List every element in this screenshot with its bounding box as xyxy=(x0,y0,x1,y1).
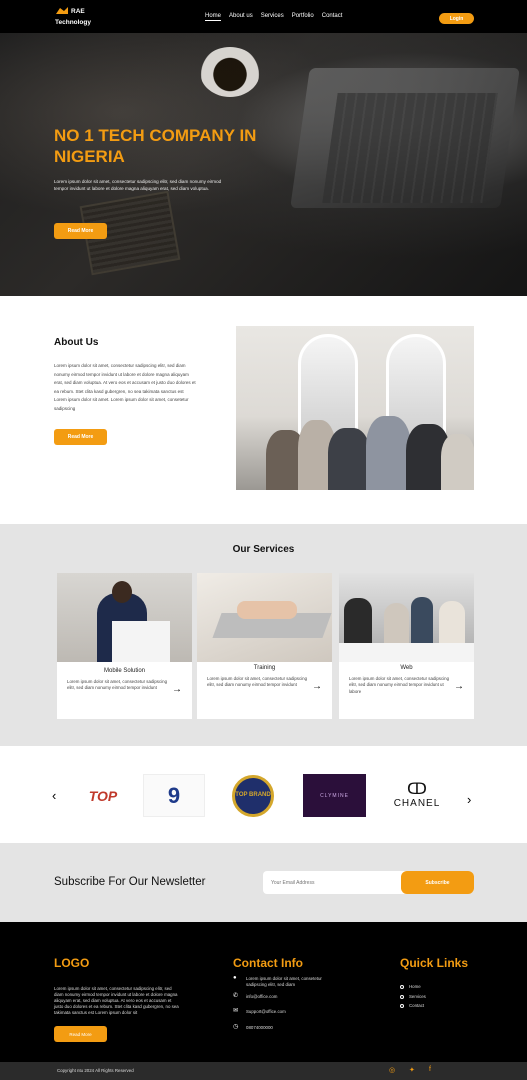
service-title: Training xyxy=(253,665,276,671)
twitter-icon[interactable]: ✦ xyxy=(409,1066,415,1074)
arrow-right-icon[interactable]: → xyxy=(312,681,322,692)
hero-read-more-button[interactable]: Read More xyxy=(54,223,107,239)
about-title: About Us xyxy=(54,337,99,348)
quick-links-heading: Quick Links xyxy=(400,956,469,970)
about-text: Lorem ipsum dolor sit amet, consectetur … xyxy=(54,363,196,411)
service-card-mobile[interactable]: Mobile Solution Lorem ipsum dolor sit am… xyxy=(57,573,192,719)
services-title: Our Services xyxy=(232,544,295,555)
service-title: Web xyxy=(400,665,413,671)
bullet-icon xyxy=(400,984,404,989)
service-image-training xyxy=(197,573,332,662)
arrow-right-icon[interactable]: → xyxy=(454,681,464,692)
person-figure xyxy=(441,434,474,490)
brand-logo-top: TOP xyxy=(88,787,118,804)
person-figure xyxy=(366,416,411,490)
mail-icon: ✉ xyxy=(233,1008,239,1014)
services-section: Our Services Mobile Solution Lorem ipsum… xyxy=(0,524,527,746)
clock-icon: ◷ xyxy=(233,1024,239,1030)
brands-carousel: ‹ TOP 9 TOP BRAND CLYMINE ↀ CHANEL › xyxy=(0,746,527,843)
brand-subtitle: Technology xyxy=(55,19,91,26)
phone-icon: ✆ xyxy=(233,993,239,999)
hero-coffee-image xyxy=(200,47,260,97)
service-text: Lorem ipsum dolor sit amet, consectetur … xyxy=(67,679,168,691)
newsletter-section: Subscribe For Our Newsletter Subscribe xyxy=(0,843,527,922)
top-navbar: RAE Technology Home About us Services Po… xyxy=(0,0,527,33)
brand-logo-9: 9 xyxy=(143,774,205,817)
nav-links: Home About us Services Portfolio Contact xyxy=(205,13,342,21)
person-figure xyxy=(328,428,370,490)
hero-title: NO 1 TECH COMPANY IN NIGERIA xyxy=(54,126,257,166)
contact-address: ● Lorem ipsum dolor sit amet, consetetur… xyxy=(233,975,322,987)
brand[interactable]: RAE Technology xyxy=(55,6,105,28)
brand-name: RAE xyxy=(71,8,85,15)
chanel-mark-icon: ↀ xyxy=(407,781,427,798)
login-button[interactable]: Login xyxy=(439,13,474,24)
contact-email[interactable]: ✉ Support@office.com xyxy=(233,1008,286,1015)
bullet-icon xyxy=(400,994,404,999)
contact-hours: ◷ 08074000000 xyxy=(233,1024,273,1030)
footer-logo-heading: LOGO xyxy=(54,956,90,970)
nav-link-contact[interactable]: Contact xyxy=(322,13,343,21)
subscribe-button[interactable]: Subscribe xyxy=(401,871,474,894)
contact-heading: Contact Info xyxy=(233,956,303,970)
location-pin-icon: ● xyxy=(233,975,237,981)
hero-text: Lorem ipsum dolor sit amet, consectetur … xyxy=(54,179,222,191)
footer: LOGO Lorem ipsum dolor sit amet, consect… xyxy=(0,922,527,1062)
nav-link-portfolio[interactable]: Portfolio xyxy=(292,13,314,21)
about-read-more-button[interactable]: Read More xyxy=(54,429,107,445)
nav-link-about[interactable]: About us xyxy=(229,13,253,21)
footer-logo-text: Lorem ipsum dolor sit amet, consectetur … xyxy=(54,986,179,1015)
service-card-web[interactable]: Web Lorem ipsum dolor sit amet, consecte… xyxy=(339,573,474,719)
footer-read-more-button[interactable]: Read More xyxy=(54,1026,107,1042)
service-image-mobile xyxy=(57,573,192,662)
brand-logo-icon xyxy=(56,7,68,14)
chevron-left-icon[interactable]: ‹ xyxy=(52,788,56,803)
about-team-image xyxy=(236,326,474,490)
facebook-icon[interactable]: f xyxy=(429,1066,431,1073)
bullet-icon xyxy=(400,1003,404,1008)
service-card-training[interactable]: Training Lorem ipsum dolor sit amet, con… xyxy=(197,573,332,719)
newsletter-title: Subscribe For Our Newsletter xyxy=(54,876,206,888)
instagram-icon[interactable]: ◎ xyxy=(389,1066,395,1074)
brand-logo-clymine: CLYMINE xyxy=(303,774,366,817)
brand-logo-chanel: ↀ CHANEL xyxy=(393,781,441,810)
service-text: Lorem ipsum dolor sit amet, consectetur … xyxy=(207,676,308,688)
chevron-right-icon[interactable]: › xyxy=(467,792,471,807)
hero-slider: NO 1 TECH COMPANY IN NIGERIA Lorem ipsum… xyxy=(0,33,527,296)
quick-link-home[interactable]: Home xyxy=(400,984,421,989)
contact-phone[interactable]: ✆ info@office.com xyxy=(233,993,277,1000)
hero-keyboard-image xyxy=(322,93,498,203)
nav-link-home[interactable]: Home xyxy=(205,13,222,21)
service-title: Mobile Solution xyxy=(103,668,146,674)
quick-link-services[interactable]: Services xyxy=(400,994,426,999)
copyright-bar: Copyright ntu 2024 All Rights Reserved ◎… xyxy=(0,1062,527,1080)
quick-link-contact[interactable]: Contact xyxy=(400,1003,424,1008)
nav-link-services[interactable]: Services xyxy=(261,13,284,21)
service-image-web xyxy=(339,573,474,662)
service-text: Lorem ipsum dolor sit amet, consectetur … xyxy=(349,676,450,694)
brand-logo-topbrand: TOP BRAND xyxy=(222,774,284,817)
copyright-text: Copyright ntu 2024 All Rights Reserved xyxy=(57,1068,134,1073)
arrow-right-icon[interactable]: → xyxy=(172,684,182,695)
